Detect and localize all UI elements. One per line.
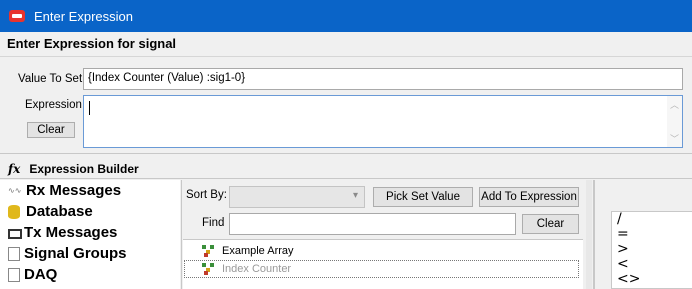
tree-item-label: Signal Groups bbox=[24, 245, 127, 262]
signal-list: Example Array Index Counter bbox=[183, 239, 583, 289]
category-tree: ∿∿ Rx Messages Database Tx Messages Sign… bbox=[0, 180, 180, 289]
find-clear-button[interactable]: Clear bbox=[522, 214, 579, 234]
database-icon bbox=[8, 204, 20, 219]
tree-item-database[interactable]: Database bbox=[0, 201, 180, 222]
divider bbox=[593, 180, 595, 289]
title-bar: Enter Expression bbox=[0, 0, 692, 32]
add-to-expression-button[interactable]: Add To Expression bbox=[479, 187, 579, 207]
find-label: Find bbox=[202, 217, 225, 229]
operator-item[interactable]: > bbox=[612, 242, 692, 257]
list-item-label: Index Counter bbox=[222, 263, 292, 275]
expression-builder-header: fx Expression Builder bbox=[8, 162, 139, 176]
list-item-label: Example Array bbox=[222, 245, 294, 257]
divider bbox=[0, 178, 692, 179]
divider bbox=[0, 153, 692, 154]
rx-messages-icon: ∿∿ bbox=[8, 185, 22, 195]
tree-item-rx-messages[interactable]: ∿∿ Rx Messages bbox=[0, 180, 180, 201]
chevron-down-icon: ▾ bbox=[352, 190, 358, 201]
scroll-up-icon[interactable]: ︿ bbox=[670, 98, 679, 111]
builder-scrollbar[interactable] bbox=[586, 180, 592, 289]
expression-label: Expression bbox=[25, 99, 82, 111]
sort-by-dropdown[interactable]: ▾ bbox=[229, 186, 365, 208]
operator-item[interactable]: <> bbox=[612, 272, 692, 287]
expression-builder-title: Expression Builder bbox=[29, 162, 139, 176]
expression-input[interactable]: ︿ ﹀ bbox=[83, 95, 683, 148]
operator-list: / = > < <> bbox=[611, 211, 692, 289]
pick-set-value-button[interactable]: Pick Set Value bbox=[373, 187, 473, 207]
divider bbox=[0, 56, 692, 57]
operator-item[interactable]: < bbox=[612, 257, 692, 272]
value-to-set-label: Value To Set bbox=[18, 73, 83, 85]
tree-item-signal-groups[interactable]: Signal Groups bbox=[0, 243, 180, 264]
find-input[interactable] bbox=[229, 213, 516, 235]
window-title: Enter Expression bbox=[34, 8, 133, 24]
app-icon bbox=[9, 10, 25, 22]
tx-messages-icon bbox=[8, 228, 22, 239]
tree-item-daq[interactable]: DAQ bbox=[0, 264, 180, 285]
sort-by-label: Sort By: bbox=[186, 189, 227, 201]
fx-icon: fx bbox=[8, 162, 21, 176]
tree-item-label: Tx Messages bbox=[24, 224, 118, 241]
signal-icon bbox=[202, 263, 216, 275]
tree-item-label: Rx Messages bbox=[26, 182, 122, 199]
text-caret bbox=[89, 101, 90, 115]
signal-groups-icon bbox=[8, 246, 20, 261]
daq-icon bbox=[8, 267, 20, 282]
expression-scrollbar[interactable]: ︿ ﹀ bbox=[667, 96, 682, 147]
expression-clear-button[interactable]: Clear bbox=[27, 122, 75, 138]
operator-item[interactable]: / bbox=[612, 212, 692, 227]
list-item[interactable]: Index Counter bbox=[184, 260, 579, 278]
signal-icon bbox=[202, 245, 216, 257]
divider bbox=[181, 180, 182, 289]
list-item[interactable]: Example Array bbox=[183, 242, 583, 260]
tree-item-label: Database bbox=[26, 203, 93, 220]
scroll-down-icon[interactable]: ﹀ bbox=[670, 132, 679, 145]
dialog-heading: Enter Expression for signal bbox=[7, 36, 177, 51]
tree-item-tx-messages[interactable]: Tx Messages bbox=[0, 222, 180, 243]
tree-item-label: DAQ bbox=[24, 266, 58, 283]
operator-item[interactable]: = bbox=[612, 227, 692, 242]
value-to-set-field[interactable]: {Index Counter (Value) :sig1-0} bbox=[83, 68, 683, 90]
